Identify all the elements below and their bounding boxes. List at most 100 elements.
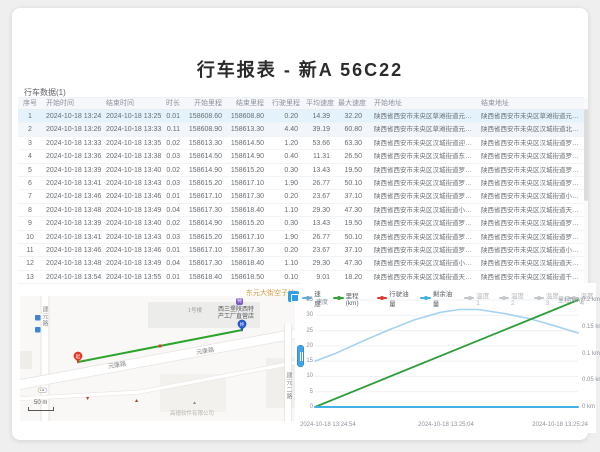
table-cell: 47.30 xyxy=(338,204,370,216)
right-axis-tick: 0 km xyxy=(582,404,595,410)
table-row[interactable]: 62024-10-18 13:41:292024-10-18 13:43:450… xyxy=(18,177,584,190)
table-cell: 陕西省西安市未央区汉城街道罗高路西安警官艺术博物馆旁 xyxy=(477,231,584,243)
table-cell: 0.01 xyxy=(162,244,188,256)
table-cell: 7 xyxy=(18,190,42,202)
table-row[interactable]: 112024-10-18 13:46:172024-10-18 13:46:45… xyxy=(18,244,584,257)
table-cell: 29.30 xyxy=(306,204,338,216)
table-row[interactable]: 72024-10-18 13:46:172024-10-18 13:46:450… xyxy=(18,190,584,203)
table-cell: 2024-10-18 13:25:44 xyxy=(102,110,162,122)
table-cell: 陕西省西安市未央区汉城街道罗高路西安警官艺术博物馆旁 xyxy=(370,244,477,256)
table-cell: 0.30 xyxy=(272,164,306,176)
table-cell: 2024-10-18 13:36:00 xyxy=(42,150,102,162)
table-cell: 50.10 xyxy=(338,231,370,243)
legend-item-剩余油量[interactable]: 剩余油量 xyxy=(420,288,457,308)
table-cell: 2024-10-18 13:49:05 xyxy=(102,204,162,216)
table-row[interactable]: 92024-10-18 13:39:252024-10-18 13:40:440… xyxy=(18,217,584,230)
road-yuankang xyxy=(20,332,295,386)
right-axis-tick: 0.05 km xyxy=(582,377,600,383)
table-cell: 2024-10-18 13:46:17 xyxy=(42,244,102,256)
legend-item-里程(km)[interactable]: 里程(km) xyxy=(333,290,370,307)
table-cell: 158614.90 xyxy=(188,217,230,229)
table-cell: 2024-10-18 13:40:44 xyxy=(102,164,162,176)
table-cell: 158618.40 xyxy=(230,257,272,269)
legend-item-温度1[interactable]: 温度1 xyxy=(464,290,492,307)
table-cell: 23.67 xyxy=(306,244,338,256)
table-cell: 2024-10-18 13:48:31 xyxy=(42,204,102,216)
table-cell: 158615.20 xyxy=(230,217,272,229)
table-cell: 2024-10-18 13:24:54 xyxy=(42,110,102,122)
page-title: 行车报表 - 新A 56C22 xyxy=(12,56,588,82)
table-row[interactable]: 42024-10-18 13:36:002024-10-18 13:38:05 0… xyxy=(18,150,584,163)
table-scrollbar[interactable] xyxy=(584,97,588,285)
table-cell: 26.77 xyxy=(306,177,338,189)
table-cell: 37.10 xyxy=(338,244,370,256)
table-cell: 1.90 xyxy=(272,231,306,243)
table-cell: 0.20 xyxy=(272,244,306,256)
table-cell: 0.01 xyxy=(162,190,188,202)
table-cell: 158614.90 xyxy=(188,164,230,176)
column-header: 平均速度 xyxy=(306,98,338,109)
table-row[interactable]: 102024-10-18 13:41:292024-10-18 13:43:45… xyxy=(18,231,584,244)
poi-marker-icon xyxy=(86,397,89,400)
legend-marker-icon xyxy=(464,297,474,299)
table-cell: 2024-10-18 13:39:25 xyxy=(42,164,102,176)
end-pin-label: 终 xyxy=(240,321,245,328)
scrollbar-thumb[interactable] xyxy=(584,109,588,201)
shop-poi-icon: 特 xyxy=(236,298,243,305)
table-cell: 2024-10-18 13:35:05 xyxy=(102,137,162,149)
table-cell: 4 xyxy=(18,150,42,162)
table-row[interactable]: 22024-10-18 13:26:202024-10-18 13:33:040… xyxy=(18,123,584,136)
trip-table: 序号开始时间结束时间时长开始里程结束里程行驶里程平均速度最大速度开始地址结束地址… xyxy=(18,97,584,284)
table-cell: 2024-10-18 13:43:45 xyxy=(102,231,162,243)
table-cell: 陕西省西安市未央区草滩街道元朔路东278米 城市小区 xyxy=(370,123,477,135)
table-cell: 47.30 xyxy=(338,257,370,269)
column-header: 开始时间 xyxy=(42,98,102,109)
table-cell: 陕西省西安市未央区汉城街道东二环辅路西咸环线西北二环辅路 xyxy=(370,150,477,162)
table-cell: 158617.30 xyxy=(188,204,230,216)
table-row[interactable]: 82024-10-18 13:48:312024-10-18 13:49:050… xyxy=(18,204,584,217)
table-cell: 158613.30 xyxy=(230,123,272,135)
column-header: 最大速度 xyxy=(338,98,370,109)
table-row[interactable]: 12024-10-18 13:24:542024-10-18 13:25:440… xyxy=(18,110,584,123)
table-row[interactable]: 122024-10-18 13:48:312024-10-18 13:49:05… xyxy=(18,257,584,270)
datazoom-handle-icon[interactable] xyxy=(297,345,304,367)
table-cell: 陕西省西安市未央区汉城街道天下一分田西涌立交桥小西侧 xyxy=(477,204,584,216)
building-label: 1号楼 xyxy=(188,306,202,314)
table-cell: 陕西省西安市未央区汉城街道罗高路西安警官艺术博物馆旁 xyxy=(477,177,584,189)
column-header: 时长 xyxy=(162,98,188,109)
table-cell: 0.40 xyxy=(272,150,306,162)
left-axis-tick: 0 xyxy=(300,404,313,410)
table-cell: 0.02 xyxy=(162,217,188,229)
table-cell: 13.43 xyxy=(306,217,338,229)
scale-label: 50 m xyxy=(34,400,54,406)
legend-item-行驶油量[interactable]: 行驶油量 xyxy=(377,288,414,308)
table-row[interactable]: 32024-10-18 13:33:442024-10-18 13:35:050… xyxy=(18,137,584,150)
table-cell: 53.66 xyxy=(306,137,338,149)
table-cell: 陕西省西安市未央区草滩街道元朔路东北245米 城市小区 xyxy=(477,110,584,122)
table-cell: 陕西省西安市未央区汉城街道罗高路西北140米 道平小学 xyxy=(370,217,477,229)
map-layers-icon[interactable] xyxy=(288,291,299,302)
table-row[interactable]: 52024-10-18 13:39:252024-10-18 13:40:440… xyxy=(18,164,584,177)
table-cell: 158615.20 xyxy=(188,231,230,243)
table-cell: 陕西省西安市未央区汉城街道罗高路高桥村村委会公交站北54米 xyxy=(477,217,584,229)
table-cell: 0.03 xyxy=(162,177,188,189)
table-cell: 陕西省西安市未央区汉城街道小北大道东202米 西高村 xyxy=(370,204,477,216)
table-cell: 2024-10-18 13:46:45 xyxy=(102,190,162,202)
table-cell: 2024-10-18 13:38:05 xyxy=(102,150,162,162)
table-cell: 158615.20 xyxy=(188,177,230,189)
route-map[interactable]: 起 终 建元路 元康路 元康路 建元二 xyxy=(20,296,295,421)
x-axis-tick: 2024-10-18 13:24:54 xyxy=(300,422,356,428)
table-cell: 陕西省西安市未央区汉城街道罗高路高桥村村委会公交站东87米 xyxy=(370,231,477,243)
legend-label: 行驶油量 xyxy=(389,288,413,308)
table-cell: 32.20 xyxy=(338,110,370,122)
table-cell: 陕西省西安市未央区汉城街道罗高路高桥村村委会公交站东87米 xyxy=(370,177,477,189)
table-cell: 158617.30 xyxy=(188,257,230,269)
table-cell: 0.30 xyxy=(272,217,306,229)
table-cell: 13 xyxy=(18,271,42,283)
legend-item-温度2[interactable]: 温度2 xyxy=(499,290,527,307)
table-cell: 陕西省西安市未央区汉城街道罗高路西北140米 道平小学 xyxy=(370,164,477,176)
table-cell: 158617.10 xyxy=(188,244,230,256)
table-body: 12024-10-18 13:24:542024-10-18 13:25:440… xyxy=(18,110,584,284)
table-cell: 陕西省西安市未央区汉城街道北二环辅路西行12米 汉景新苑小区 xyxy=(477,123,584,135)
table-cell: 1.20 xyxy=(272,137,306,149)
